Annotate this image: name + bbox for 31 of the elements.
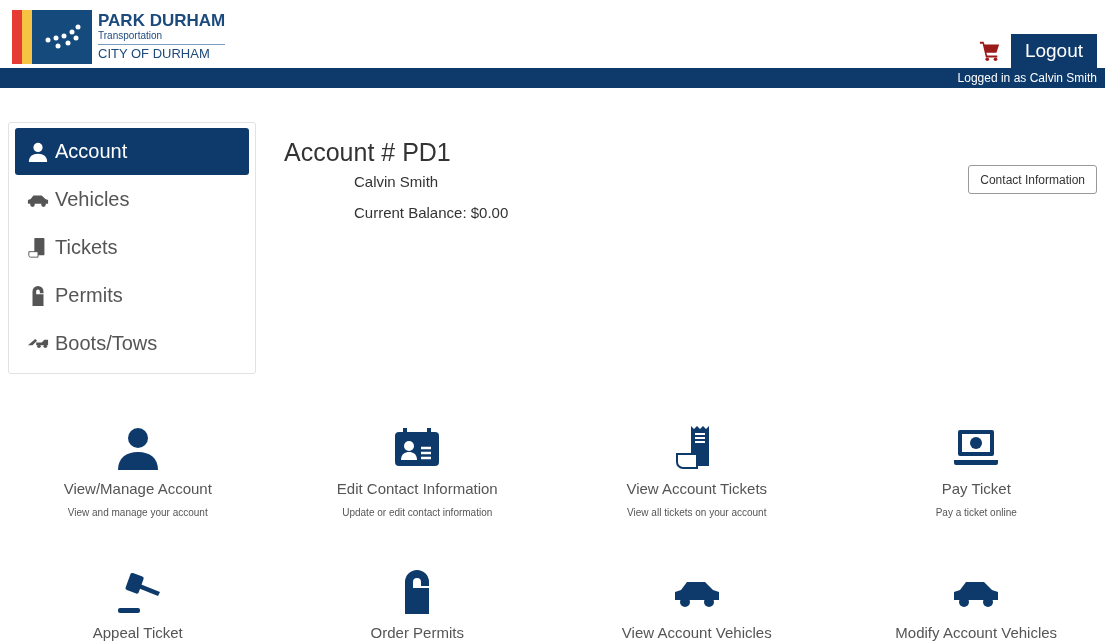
account-balance: Current Balance: $0.00: [354, 204, 509, 221]
tile-link[interactable]: Pay Ticket: [941, 480, 1011, 497]
tile-description: Pay a ticket online: [935, 507, 1017, 518]
tile-description: View and manage your account: [67, 507, 208, 518]
person-icon: [27, 140, 49, 163]
logged-in-text: Logged in as Calvin Smith: [957, 71, 1097, 85]
tile-link[interactable]: View Account Tickets: [626, 480, 768, 497]
sidebar-item[interactable]: Tickets: [15, 224, 249, 271]
tow-truck-icon: [27, 338, 49, 349]
account-name: Calvin Smith: [354, 173, 440, 190]
sidebar-item[interactable]: Vehicles: [15, 176, 249, 223]
tile-description: Update or edit contact information: [342, 507, 493, 518]
logo[interactable]: PARK DURHAM Transportation CITY OF DURHAM: [12, 10, 226, 64]
sidebar-item[interactable]: Account: [15, 128, 249, 175]
tile-link[interactable]: View/Manage Account: [63, 480, 212, 497]
tile-link[interactable]: Edit Contact Information: [336, 480, 498, 497]
logo-title: PARK DURHAM: [98, 12, 226, 30]
contact-information-button[interactable]: Contact Information: [968, 165, 1097, 194]
cart-icon[interactable]: [978, 40, 1001, 62]
account-title: Account # PD1: [284, 138, 452, 167]
tile-description: View all tickets on your account: [627, 507, 767, 518]
logout-button[interactable]: Logout: [1010, 34, 1097, 68]
sidebar-item[interactable]: Permits: [15, 272, 249, 319]
logo-subtitle: Transportation: [98, 30, 226, 45]
tile-link[interactable]: Modify Account Vehicles: [895, 624, 1058, 641]
stars-flag-icon: [12, 10, 92, 64]
tile-link[interactable]: Order Permits: [370, 624, 464, 641]
logo-city: CITY OF DURHAM: [98, 45, 211, 62]
sidebar-item[interactable]: Boots/Tows: [15, 320, 249, 367]
tile-link[interactable]: View Account Vehicles: [621, 624, 772, 641]
tile-link[interactable]: Appeal Ticket: [92, 624, 183, 641]
